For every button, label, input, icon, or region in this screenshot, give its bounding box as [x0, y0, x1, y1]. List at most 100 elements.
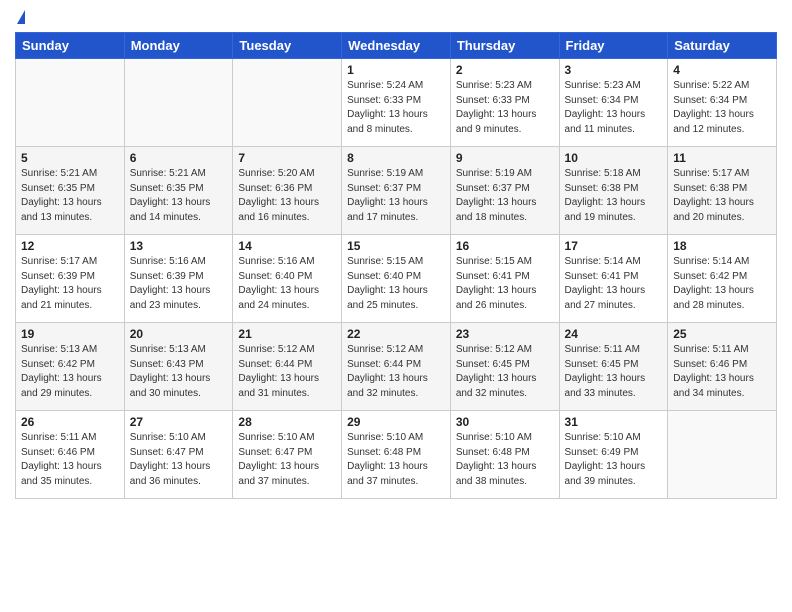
calendar-cell [233, 59, 342, 147]
weekday-header-friday: Friday [559, 33, 668, 59]
logo [15, 10, 25, 24]
calendar-cell: 11 Sunrise: 5:17 AM Sunset: 6:38 PM Dayli… [668, 147, 777, 235]
calendar-cell: 31 Sunrise: 5:10 AM Sunset: 6:49 PM Dayli… [559, 411, 668, 499]
calendar-cell: 9Sunrise: 5:19 AM Sunset: 6:37 PM Daylig… [450, 147, 559, 235]
day-number: 6 [130, 151, 228, 165]
calendar-cell: 16 Sunrise: 5:15 AM Sunset: 6:41 PM Dayli… [450, 235, 559, 323]
day-number: 8 [347, 151, 445, 165]
calendar-cell: 6Sunrise: 5:21 AM Sunset: 6:35 PM Daylig… [124, 147, 233, 235]
calendar-week-row: 26 Sunrise: 5:11 AM Sunset: 6:46 PM Dayli… [16, 411, 777, 499]
day-info: Sunrise: 5:24 AM Sunset: 6:33 PM Dayligh… [347, 79, 445, 137]
day-number: 21 [238, 327, 336, 341]
calendar-week-row: 12Sunrise: 5:17 AM Sunset: 6:39 PM Dayli… [16, 235, 777, 323]
day-number: 11 [673, 151, 771, 165]
day-info: Sunrise: 5:15 AM Sunset: 6:41 PM Dayligh… [456, 255, 554, 313]
calendar-cell: 28 Sunrise: 5:10 AM Sunset: 6:47 PM Dayli… [233, 411, 342, 499]
day-number: 29 [347, 415, 445, 429]
calendar-cell: 21Sunrise: 5:12 AM Sunset: 6:44 PM Dayli… [233, 323, 342, 411]
day-info: Sunrise: 5:15 AM Sunset: 6:40 PM Dayligh… [347, 255, 445, 313]
day-number: 25 [673, 327, 771, 341]
day-info: Sunrise: 5:11 AM Sunset: 6:45 PM Dayligh… [565, 343, 663, 401]
weekday-header-thursday: Thursday [450, 33, 559, 59]
day-number: 14 [238, 239, 336, 253]
day-info: Sunrise: 5:13 AM Sunset: 6:42 PM Dayligh… [21, 343, 119, 401]
day-number: 16 [456, 239, 554, 253]
day-number: 15 [347, 239, 445, 253]
calendar-cell: 29Sunrise: 5:10 AM Sunset: 6:48 PM Dayli… [342, 411, 451, 499]
day-info: Sunrise: 5:16 AM Sunset: 6:39 PM Dayligh… [130, 255, 228, 313]
calendar-cell: 18Sunrise: 5:14 AM Sunset: 6:42 PM Dayli… [668, 235, 777, 323]
day-number: 7 [238, 151, 336, 165]
calendar-cell: 22 Sunrise: 5:12 AM Sunset: 6:44 PM Dayli… [342, 323, 451, 411]
calendar-cell: 27 Sunrise: 5:10 AM Sunset: 6:47 PM Dayli… [124, 411, 233, 499]
day-info: Sunrise: 5:12 AM Sunset: 6:44 PM Dayligh… [347, 343, 445, 401]
page-container: SundayMondayTuesdayWednesdayThursdayFrid… [0, 0, 792, 509]
day-info: Sunrise: 5:21 AM Sunset: 6:35 PM Dayligh… [21, 167, 119, 225]
day-info: Sunrise: 5:14 AM Sunset: 6:41 PM Dayligh… [565, 255, 663, 313]
day-number: 2 [456, 63, 554, 77]
calendar-cell: 19 Sunrise: 5:13 AM Sunset: 6:42 PM Dayli… [16, 323, 125, 411]
day-info: Sunrise: 5:13 AM Sunset: 6:43 PM Dayligh… [130, 343, 228, 401]
day-number: 30 [456, 415, 554, 429]
day-number: 27 [130, 415, 228, 429]
day-number: 19 [21, 327, 119, 341]
weekday-header-sunday: Sunday [16, 33, 125, 59]
day-number: 1 [347, 63, 445, 77]
calendar-cell: 7 Sunrise: 5:20 AM Sunset: 6:36 PM Daylig… [233, 147, 342, 235]
day-number: 3 [565, 63, 663, 77]
calendar-cell: 15 Sunrise: 5:15 AM Sunset: 6:40 PM Dayli… [342, 235, 451, 323]
calendar-cell: 30 Sunrise: 5:10 AM Sunset: 6:48 PM Dayli… [450, 411, 559, 499]
calendar-cell [124, 59, 233, 147]
day-number: 4 [673, 63, 771, 77]
day-info: Sunrise: 5:16 AM Sunset: 6:40 PM Dayligh… [238, 255, 336, 313]
calendar-cell: 5Sunrise: 5:21 AM Sunset: 6:35 PM Daylig… [16, 147, 125, 235]
day-info: Sunrise: 5:10 AM Sunset: 6:48 PM Dayligh… [456, 431, 554, 489]
day-number: 28 [238, 415, 336, 429]
day-info: Sunrise: 5:11 AM Sunset: 6:46 PM Dayligh… [21, 431, 119, 489]
day-number: 31 [565, 415, 663, 429]
calendar-cell: 13Sunrise: 5:16 AM Sunset: 6:39 PM Dayli… [124, 235, 233, 323]
weekday-header-saturday: Saturday [668, 33, 777, 59]
weekday-header-row: SundayMondayTuesdayWednesdayThursdayFrid… [16, 33, 777, 59]
day-info: Sunrise: 5:17 AM Sunset: 6:38 PM Dayligh… [673, 167, 771, 225]
calendar-cell: 12Sunrise: 5:17 AM Sunset: 6:39 PM Dayli… [16, 235, 125, 323]
day-info: Sunrise: 5:12 AM Sunset: 6:45 PM Dayligh… [456, 343, 554, 401]
calendar-cell [16, 59, 125, 147]
calendar-cell: 3 Sunrise: 5:23 AM Sunset: 6:34 PM Daylig… [559, 59, 668, 147]
day-info: Sunrise: 5:20 AM Sunset: 6:36 PM Dayligh… [238, 167, 336, 225]
calendar-week-row: 19 Sunrise: 5:13 AM Sunset: 6:42 PM Dayli… [16, 323, 777, 411]
calendar-cell: 4 Sunrise: 5:22 AM Sunset: 6:34 PM Daylig… [668, 59, 777, 147]
calendar-cell: 8 Sunrise: 5:19 AM Sunset: 6:37 PM Daylig… [342, 147, 451, 235]
day-info: Sunrise: 5:10 AM Sunset: 6:47 PM Dayligh… [130, 431, 228, 489]
day-info: Sunrise: 5:22 AM Sunset: 6:34 PM Dayligh… [673, 79, 771, 137]
header [15, 10, 777, 24]
calendar-table: SundayMondayTuesdayWednesdayThursdayFrid… [15, 32, 777, 499]
calendar-cell: 2 Sunrise: 5:23 AM Sunset: 6:33 PM Daylig… [450, 59, 559, 147]
day-info: Sunrise: 5:10 AM Sunset: 6:49 PM Dayligh… [565, 431, 663, 489]
weekday-header-monday: Monday [124, 33, 233, 59]
weekday-header-wednesday: Wednesday [342, 33, 451, 59]
day-number: 22 [347, 327, 445, 341]
day-info: Sunrise: 5:19 AM Sunset: 6:37 PM Dayligh… [347, 167, 445, 225]
calendar-week-row: 1 Sunrise: 5:24 AM Sunset: 6:33 PM Daylig… [16, 59, 777, 147]
calendar-cell: 26 Sunrise: 5:11 AM Sunset: 6:46 PM Dayli… [16, 411, 125, 499]
day-info: Sunrise: 5:23 AM Sunset: 6:33 PM Dayligh… [456, 79, 554, 137]
day-number: 12 [21, 239, 119, 253]
day-number: 26 [21, 415, 119, 429]
calendar-cell [668, 411, 777, 499]
day-number: 10 [565, 151, 663, 165]
calendar-cell: 20 Sunrise: 5:13 AM Sunset: 6:43 PM Dayli… [124, 323, 233, 411]
day-info: Sunrise: 5:18 AM Sunset: 6:38 PM Dayligh… [565, 167, 663, 225]
day-info: Sunrise: 5:19 AM Sunset: 6:37 PM Dayligh… [456, 167, 554, 225]
logo-icon [17, 10, 25, 24]
day-info: Sunrise: 5:23 AM Sunset: 6:34 PM Dayligh… [565, 79, 663, 137]
day-number: 20 [130, 327, 228, 341]
day-info: Sunrise: 5:10 AM Sunset: 6:47 PM Dayligh… [238, 431, 336, 489]
day-info: Sunrise: 5:11 AM Sunset: 6:46 PM Dayligh… [673, 343, 771, 401]
calendar-cell: 23Sunrise: 5:12 AM Sunset: 6:45 PM Dayli… [450, 323, 559, 411]
calendar-cell: 14 Sunrise: 5:16 AM Sunset: 6:40 PM Dayli… [233, 235, 342, 323]
calendar-week-row: 5Sunrise: 5:21 AM Sunset: 6:35 PM Daylig… [16, 147, 777, 235]
calendar-cell: 10 Sunrise: 5:18 AM Sunset: 6:38 PM Dayli… [559, 147, 668, 235]
day-number: 24 [565, 327, 663, 341]
day-number: 17 [565, 239, 663, 253]
